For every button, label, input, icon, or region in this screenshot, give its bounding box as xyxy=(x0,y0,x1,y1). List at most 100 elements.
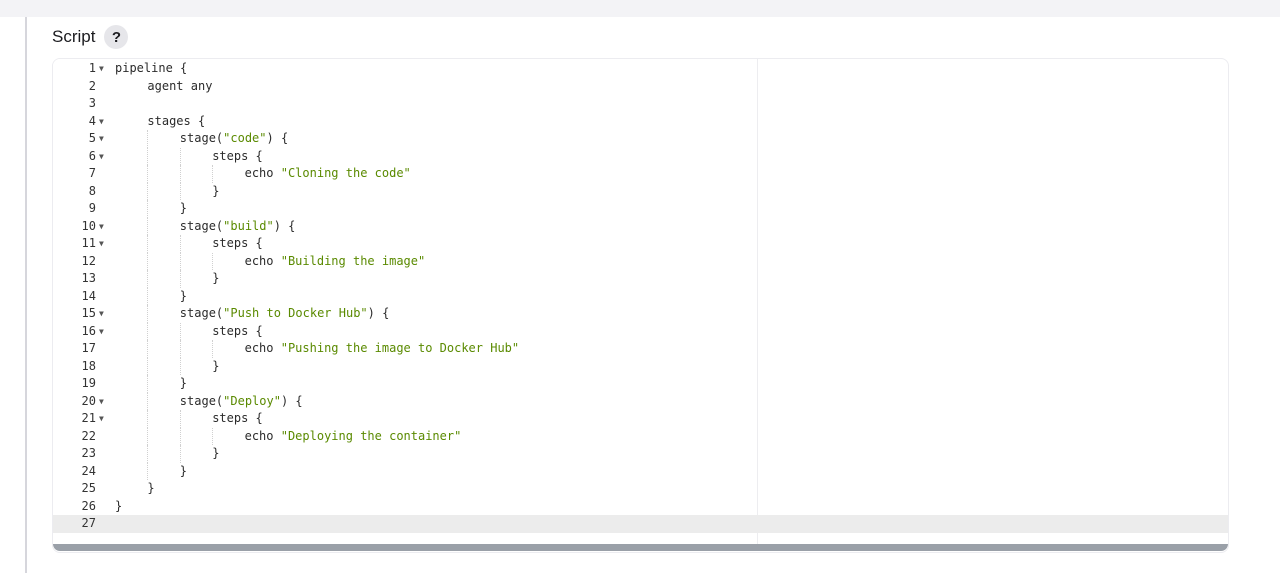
indent-guide xyxy=(147,410,149,428)
code-line[interactable]: 15 ▼ stage("Push to Docker Hub") { xyxy=(53,305,1228,323)
code-line[interactable]: 20 ▼ stage("Deploy") { xyxy=(53,393,1228,411)
code-text: echo "Deploying the container" xyxy=(245,428,462,446)
code-line[interactable]: 6 ▼ steps { xyxy=(53,148,1228,166)
string-token: "Push to Docker Hub" xyxy=(223,306,368,320)
help-icon[interactable]: ? xyxy=(104,25,129,49)
code-text: } xyxy=(180,463,187,481)
code-line[interactable]: 5 ▼ stage("code") { xyxy=(53,130,1228,148)
code-line[interactable]: 25} xyxy=(53,480,1228,498)
code-line[interactable]: 2 agent any xyxy=(53,78,1228,96)
code-line[interactable]: 24} xyxy=(53,463,1228,481)
top-strip xyxy=(0,0,1280,17)
code-text: } xyxy=(212,445,219,463)
code-token: echo xyxy=(244,341,281,355)
code-token: } xyxy=(179,463,188,478)
code-token: echo xyxy=(244,428,281,443)
code-line[interactable]: 23} xyxy=(53,445,1228,463)
indent-guide xyxy=(147,392,149,410)
code-line[interactable]: 12 echo "Building the image" xyxy=(53,253,1228,271)
line-number: 7 xyxy=(88,166,96,180)
code-line[interactable]: 17 echo "Pushing the image to Docker Hub" xyxy=(53,340,1228,358)
line-number: 8 xyxy=(88,183,96,198)
code-text: echo "Pushing the image to Docker Hub" xyxy=(245,340,520,358)
code-line[interactable]: 3 xyxy=(53,95,1228,113)
indent-guide xyxy=(147,165,149,183)
code-token: steps { xyxy=(212,236,263,250)
indent-guide xyxy=(179,165,181,183)
code-line[interactable]: 13} xyxy=(53,270,1228,288)
indent-guide xyxy=(147,322,149,340)
code-line[interactable]: 21 ▼ steps { xyxy=(53,410,1228,428)
code-token: pipeline { xyxy=(115,61,188,75)
code-line[interactable]: 10 ▼ stage("build") { xyxy=(53,218,1228,236)
fold-toggle-icon[interactable]: ▼ xyxy=(99,410,107,428)
line-number: 20 xyxy=(81,393,96,408)
indent-guide xyxy=(147,427,149,445)
indent-guide xyxy=(212,252,214,270)
code-token: echo xyxy=(244,253,281,268)
indent-guide xyxy=(147,235,149,253)
code-token: } xyxy=(212,358,220,373)
fold-toggle-icon[interactable]: ▼ xyxy=(99,148,107,166)
indent-guide xyxy=(179,270,181,288)
code-line[interactable]: 22 echo "Deploying the container" xyxy=(53,428,1228,446)
code-line[interactable]: 19} xyxy=(53,375,1228,393)
line-number: 4 xyxy=(88,113,96,128)
horizontal-scrollbar[interactable] xyxy=(53,544,1228,551)
code-line[interactable]: 16 ▼ steps { xyxy=(53,323,1228,341)
code-line[interactable]: 1 ▼ pipeline { xyxy=(53,60,1228,78)
line-number: 5 xyxy=(88,131,96,145)
code-text: } xyxy=(212,270,219,288)
code-line[interactable]: 9} xyxy=(53,200,1228,218)
script-title: Script xyxy=(52,27,96,46)
fold-toggle-icon[interactable]: ▼ xyxy=(99,393,107,411)
fold-toggle-icon[interactable]: ▼ xyxy=(99,60,107,78)
code-text: stage("Deploy") { xyxy=(180,393,303,411)
string-token: "Cloning the code" xyxy=(280,166,411,180)
indent-guide xyxy=(147,305,149,323)
code-token: } xyxy=(179,288,188,303)
line-number: 14 xyxy=(81,288,96,303)
line-number: 10 xyxy=(81,218,96,233)
indent-guide xyxy=(179,322,181,340)
indent-guide xyxy=(179,340,181,358)
code-text: echo "Cloning the code" xyxy=(245,165,411,183)
line-number: 19 xyxy=(81,376,96,390)
line-number: 13 xyxy=(81,271,96,285)
fold-toggle-icon[interactable]: ▼ xyxy=(99,130,107,148)
code-line[interactable]: 7 echo "Cloning the code" xyxy=(53,165,1228,183)
code-token: stages { xyxy=(147,113,206,128)
code-text: stage("Push to Docker Hub") { xyxy=(180,305,390,323)
code-line[interactable]: 14} xyxy=(53,288,1228,306)
string-token: "build" xyxy=(223,218,274,233)
string-token: "Pushing the image to Docker Hub" xyxy=(280,341,520,355)
line-number: 26 xyxy=(81,498,96,513)
code-lines[interactable]: 1 ▼ pipeline {2 agent any 3 4 ▼ stages {5 ▼ stage… xyxy=(53,60,1228,533)
code-text: steps { xyxy=(212,410,263,428)
line-number: 9 xyxy=(88,201,96,215)
fold-toggle-icon[interactable]: ▼ xyxy=(99,218,107,236)
indent-guide xyxy=(147,217,149,235)
code-line[interactable]: 8} xyxy=(53,183,1228,201)
code-line[interactable]: 27 xyxy=(53,515,1228,533)
string-token: "Deploy" xyxy=(223,393,281,408)
string-token: "Building the image" xyxy=(280,253,426,268)
indent-guide xyxy=(147,445,149,463)
indent-guide xyxy=(147,130,149,148)
code-text: agent any xyxy=(147,78,212,96)
code-text: stage("code") { xyxy=(180,130,288,148)
code-token: } xyxy=(212,183,220,198)
code-line[interactable]: 26} xyxy=(53,498,1228,516)
code-line[interactable]: 18} xyxy=(53,358,1228,376)
indent-guide xyxy=(179,252,181,270)
fold-toggle-icon[interactable]: ▼ xyxy=(99,113,107,131)
code-token: } xyxy=(212,446,220,460)
code-token: } xyxy=(179,376,188,390)
code-line[interactable]: 11 ▼ steps { xyxy=(53,235,1228,253)
code-editor[interactable]: 1 ▼ pipeline {2 agent any 3 4 ▼ stages {5 ▼ stage… xyxy=(52,58,1229,553)
fold-toggle-icon[interactable]: ▼ xyxy=(99,305,107,323)
fold-toggle-icon[interactable]: ▼ xyxy=(99,323,107,341)
code-text: } xyxy=(212,183,219,201)
fold-toggle-icon[interactable]: ▼ xyxy=(99,235,107,253)
code-line[interactable]: 4 ▼ stages { xyxy=(53,113,1228,131)
